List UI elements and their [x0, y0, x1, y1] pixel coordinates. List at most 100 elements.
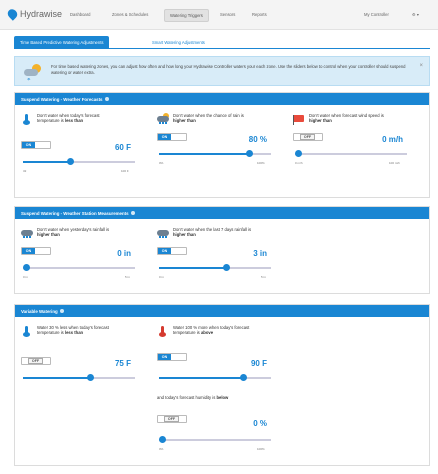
- thermometer-icon: [21, 325, 33, 337]
- drop-icon: [5, 7, 20, 21]
- slider-track: [70, 161, 135, 163]
- close-icon[interactable]: ×: [419, 63, 423, 69]
- forecast-temp-card: Don't water when today's forecast temper…: [21, 111, 151, 191]
- logo-text: Hydrawise: [20, 9, 63, 19]
- nav-dashboard[interactable]: Dashboard: [70, 12, 91, 17]
- weather-icon: ☂: [23, 63, 43, 82]
- forecast-rain-slider[interactable]: [159, 150, 271, 157]
- rain-cloud-icon: [157, 227, 169, 239]
- nav-watering-triggers[interactable]: Watering Triggers: [164, 9, 209, 22]
- forecast-section: Suspend Watering - Weather Forecasts Don…: [14, 92, 430, 198]
- nav-zones-schedules[interactable]: Zones & Schedules: [112, 12, 148, 17]
- station-week-min: 0 in: [159, 275, 164, 279]
- slider-thumb[interactable]: [295, 150, 302, 157]
- station-yesterday-min: 0 in: [23, 275, 28, 279]
- variable-section-title: Variable Watering: [15, 305, 429, 317]
- variable-humidity-card: and today's forecast humidity is below O…: [157, 393, 287, 463]
- variable-humidity-slider[interactable]: [159, 436, 271, 443]
- variable-humidity-desc: and today's forecast humidity is below: [157, 395, 229, 400]
- station-yesterday-max: 5 in: [125, 275, 130, 279]
- variable-less-value: 75 F: [114, 359, 131, 368]
- slider-fill: [159, 153, 249, 155]
- forecast-rain-max: 100%: [257, 161, 265, 165]
- station-yesterday-slider[interactable]: [23, 264, 135, 271]
- slider-thumb[interactable]: [246, 150, 253, 157]
- forecast-rain-min: 0%: [159, 161, 164, 165]
- forecast-rain-desc: Don't water when the chance of rain is h…: [173, 113, 244, 124]
- station-week-toggle[interactable]: ON: [157, 247, 187, 255]
- forecast-temp-min: 32: [23, 169, 27, 173]
- forecast-temp-slider[interactable]: [23, 158, 135, 165]
- slider-track: [23, 267, 135, 269]
- info-banner: ☂ For time based watering zones, you can…: [14, 56, 430, 86]
- slider-thumb[interactable]: [223, 264, 230, 271]
- variable-humidity-value: 0 %: [253, 419, 267, 428]
- station-section: Suspend Watering - Weather Station Measu…: [14, 206, 430, 294]
- help-icon[interactable]: [104, 97, 109, 101]
- help-icon[interactable]: [59, 309, 64, 313]
- station-yesterday-card: Don't water when yesterday's rainfall is…: [21, 225, 151, 291]
- variable-more-desc: Water 100 % more when today's forecast t…: [173, 325, 250, 336]
- forecast-wind-card: Don't water when forecast wind speed is …: [293, 111, 423, 191]
- hydrawise-logo[interactable]: Hydrawise: [5, 7, 63, 21]
- forecast-temp-value: 60 F: [114, 143, 131, 152]
- station-week-slider[interactable]: [159, 264, 271, 271]
- forecast-temp-desc: Don't water when today's forecast temper…: [37, 113, 100, 124]
- variable-less-slider[interactable]: [23, 374, 135, 381]
- wind-flag-icon: [293, 113, 305, 125]
- nav-sensors[interactable]: Sensors: [220, 12, 235, 17]
- top-navbar: Hydrawise Dashboard Zones & Schedules Wa…: [0, 0, 438, 30]
- nav-reports[interactable]: Reports: [252, 12, 267, 17]
- rain-cloud-icon: [21, 227, 33, 239]
- slider-fill: [23, 161, 70, 163]
- slider-track: [243, 377, 271, 379]
- slider-thumb[interactable]: [23, 264, 30, 271]
- station-yesterday-desc: Don't water when yesterday's rainfall is…: [37, 227, 110, 238]
- station-week-desc: Don't water when the last 7 days rainfal…: [173, 227, 252, 238]
- cloud-sun-icon: [157, 113, 169, 125]
- variable-humidity-min: 0%: [159, 447, 164, 451]
- thermometer-icon: [21, 113, 33, 125]
- slider-fill: [23, 377, 90, 379]
- slider-thumb[interactable]: [159, 436, 166, 443]
- station-week-max: 5 in: [261, 275, 266, 279]
- thermometer-hot-icon: [157, 325, 169, 337]
- tab-smart-watering[interactable]: Smart Watering Adjustments: [146, 36, 211, 48]
- slider-track: [159, 439, 271, 441]
- tab-underline: [14, 48, 430, 49]
- station-week-card: Don't water when the last 7 days rainfal…: [157, 225, 287, 291]
- slider-fill: [159, 377, 243, 379]
- slider-fill: [159, 267, 226, 269]
- slider-track: [295, 153, 407, 155]
- controller-menu[interactable]: My Controller: [364, 12, 389, 17]
- variable-humidity-max: 100%: [257, 447, 265, 451]
- slider-thumb[interactable]: [67, 158, 74, 165]
- variable-less-desc: Water 30 % less when today's forecast te…: [37, 325, 109, 336]
- station-yesterday-value: 0 in: [117, 249, 131, 258]
- forecast-temp-toggle[interactable]: ON: [21, 141, 51, 149]
- slider-thumb[interactable]: [87, 374, 94, 381]
- settings-menu[interactable]: ⚙ ▾: [412, 12, 419, 17]
- variable-more-card: Water 100 % more when today's forecast t…: [157, 323, 287, 393]
- forecast-wind-toggle[interactable]: OFF: [293, 133, 323, 141]
- variable-less-card: Water 30 % less when today's forecast te…: [21, 323, 151, 393]
- forecast-rain-value: 80 %: [248, 135, 267, 144]
- slider-thumb[interactable]: [240, 374, 247, 381]
- station-yesterday-toggle[interactable]: ON: [21, 247, 51, 255]
- forecast-rain-toggle[interactable]: ON: [157, 133, 187, 141]
- forecast-wind-max: 100 m/h: [389, 161, 400, 165]
- forecast-wind-slider[interactable]: [295, 150, 407, 157]
- station-week-value: 3 in: [253, 249, 267, 258]
- variable-more-value: 90 F: [250, 359, 267, 368]
- station-section-title: Suspend Watering - Weather Station Measu…: [15, 207, 429, 219]
- slider-track: [226, 267, 271, 269]
- variable-section: Variable Watering Water 30 % less when t…: [14, 304, 430, 466]
- help-icon[interactable]: [130, 211, 135, 215]
- forecast-wind-min: 0 m/h: [295, 161, 303, 165]
- variable-more-slider[interactable]: [159, 374, 271, 381]
- forecast-wind-desc: Don't water when forecast wind speed is …: [309, 113, 384, 124]
- variable-humidity-toggle[interactable]: OFF: [157, 415, 187, 423]
- tab-time-based[interactable]: Time Based Predictive Watering Adjustmen…: [14, 36, 110, 48]
- variable-less-toggle[interactable]: OFF: [21, 357, 51, 365]
- variable-more-toggle[interactable]: ON: [157, 353, 187, 361]
